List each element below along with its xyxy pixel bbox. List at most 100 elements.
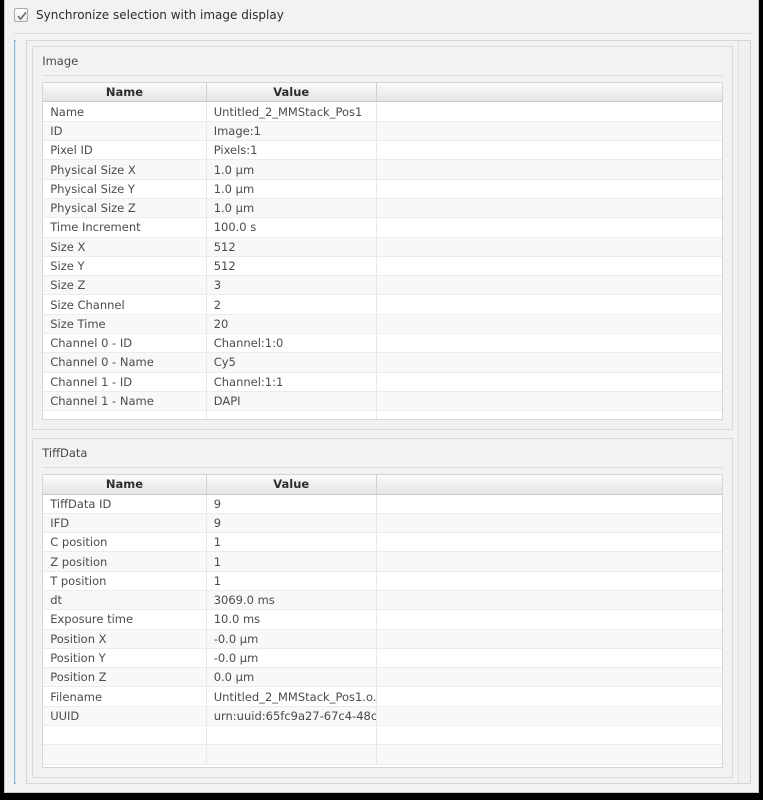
table-row[interactable]: T position 1 [43,571,723,591]
property-name-cell: C position [43,532,207,553]
tiffdata-panel-divider [42,467,724,468]
property-value-cell: 512 [206,256,377,277]
table-row[interactable]: Time Increment 100.0 s [43,217,723,238]
property-value-cell: 10.0 ms [206,609,377,630]
property-value-cell: DAPI [206,391,377,412]
property-extra-cell [376,372,723,392]
table-row[interactable]: Channel 0 - Name Cy5 [43,352,723,373]
tree-vertical-scrollbar[interactable]: ▲ ▼ [15,41,16,783]
property-value-cell [206,410,377,419]
table-row[interactable]: Physical Size X 1.0 µm [43,159,723,180]
property-value-cell: 9 [206,494,377,514]
property-extra-cell [376,571,723,591]
column-header-2[interactable]: Value [206,82,377,103]
table-row[interactable]: Pixel ID Pixels:1 [43,140,723,161]
column-header-1[interactable]: Name [43,82,207,103]
table-row[interactable]: Name Untitled_2_MMStack_Pos1 [43,101,723,122]
property-value-cell: 3 [206,275,377,296]
property-name-cell: Size Y [43,256,207,277]
property-value-cell: Image:1 [206,121,377,142]
property-extra-cell [376,725,723,746]
table-row[interactable]: ID Image:1 [43,121,723,142]
table-row[interactable]: UUID urn:uuid:65fc9a27-67c4-48c... [43,706,723,727]
property-extra-cell [376,121,723,142]
table-row[interactable]: Physical Size Z 1.0 µm [43,198,723,219]
property-value-cell: 20 [206,314,377,335]
property-name-cell: Size X [43,237,207,257]
column-header-3[interactable] [376,475,723,495]
table-row[interactable]: Channel 1 - Name DAPI [43,391,723,412]
property-name-cell [43,410,207,419]
property-extra-cell [376,237,723,257]
column-header-1[interactable]: Name [43,475,207,495]
property-name-cell: Pixel ID [43,140,207,161]
property-value-cell: -0.0 µm [206,629,377,649]
property-value-cell: 1 [206,532,377,553]
detail-vertical-scrollbar[interactable] [738,41,751,783]
table-row[interactable]: Position X -0.0 µm [43,629,723,649]
property-extra-cell [376,629,723,649]
table-row[interactable]: Size Y 512 [43,256,723,277]
property-name-cell: Exposure time [43,609,207,630]
property-value-cell [206,744,377,765]
property-extra-cell [376,532,723,553]
property-extra-cell [376,140,723,161]
property-name-cell: Channel 0 - ID [43,333,207,354]
property-name-cell: Z position [43,551,207,572]
metadata-viewer-window: Synchronize selection with image display… [4,0,759,793]
table-row[interactable]: Size Z3 [43,275,723,296]
property-name-cell: Time Increment [43,217,207,238]
property-name-cell: UUID [43,706,207,727]
table-row[interactable]: dt 3069.0 ms [43,590,723,611]
property-value-cell: 9 [206,513,377,534]
metadata-tree-panel: ▶Image : Untitled_2_MMStack_Pos0▼Image :… [14,40,17,784]
table-row[interactable]: Channel 1 - ID Channel:1:1 [43,372,723,392]
table-row[interactable]: Size Channel 2 [43,294,723,315]
table-row[interactable]: Channel 0 - ID Channel:1:0 [43,333,723,354]
table-row[interactable]: Position Z 0.0 µm [43,667,723,688]
property-name-cell: Physical Size X [43,159,207,180]
property-value-cell: 100.0 s [206,217,377,238]
image-property-table: Name Value Name Untitled_2_MMStack_Pos1 ID I… [43,82,723,419]
property-name-cell: Position X [43,629,207,649]
property-extra-cell [376,256,723,277]
sync-selection-label: Synchronize selection with image display [36,8,284,22]
split-pane: ▶Image : Untitled_2_MMStack_Pos0▼Image :… [14,40,752,784]
table-row[interactable] [43,744,723,765]
table-row[interactable]: TiffData ID 9 [43,494,723,514]
property-extra-cell [376,352,723,373]
property-extra-cell [376,217,723,238]
sync-selection-checkbox[interactable] [14,8,28,22]
property-extra-cell [376,198,723,219]
image-panel-title: Image [42,54,79,68]
table-row[interactable]: Physical Size Y 1.0 µm [43,179,723,199]
property-value-cell: Cy5 [206,352,377,373]
property-extra-cell [376,314,723,335]
property-extra-cell [376,333,723,354]
tiffdata-panel-title: TiffData [42,446,88,460]
property-value-cell: -0.0 µm [206,648,377,669]
property-value-cell: Untitled_2_MMStack_Pos1 [206,101,377,122]
property-extra-cell [376,686,723,707]
table-row[interactable]: C position 1 [43,532,723,553]
property-value-cell: 3069.0 ms [206,590,377,611]
table-row[interactable]: Size X 512 [43,237,723,257]
table-row[interactable] [43,725,723,746]
column-header-3[interactable] [376,82,723,103]
property-name-cell: Size Time [43,314,207,335]
table-row[interactable] [43,410,723,419]
property-value-cell: urn:uuid:65fc9a27-67c4-48c... [206,706,377,727]
table-row[interactable]: Size Time 20 [43,314,723,335]
table-row[interactable]: Exposure time 10.0 ms [43,609,723,630]
column-header-2[interactable]: Value [206,475,377,495]
table-row[interactable]: Z position 1 [43,551,723,572]
checkmark-icon [17,11,27,21]
property-extra-cell [376,513,723,534]
table-row[interactable]: Position Y -0.0 µm [43,648,723,669]
table-row[interactable]: IFD 9 [43,513,723,534]
table-header-row: Name Value [43,82,723,103]
image-table-wrap: Name Value Name Untitled_2_MMStack_Pos1 ID I… [42,81,724,420]
table-row[interactable]: Filename Untitled_2_MMStack_Pos1.o... [43,686,723,707]
property-extra-cell [376,179,723,199]
property-extra-cell [376,494,723,514]
